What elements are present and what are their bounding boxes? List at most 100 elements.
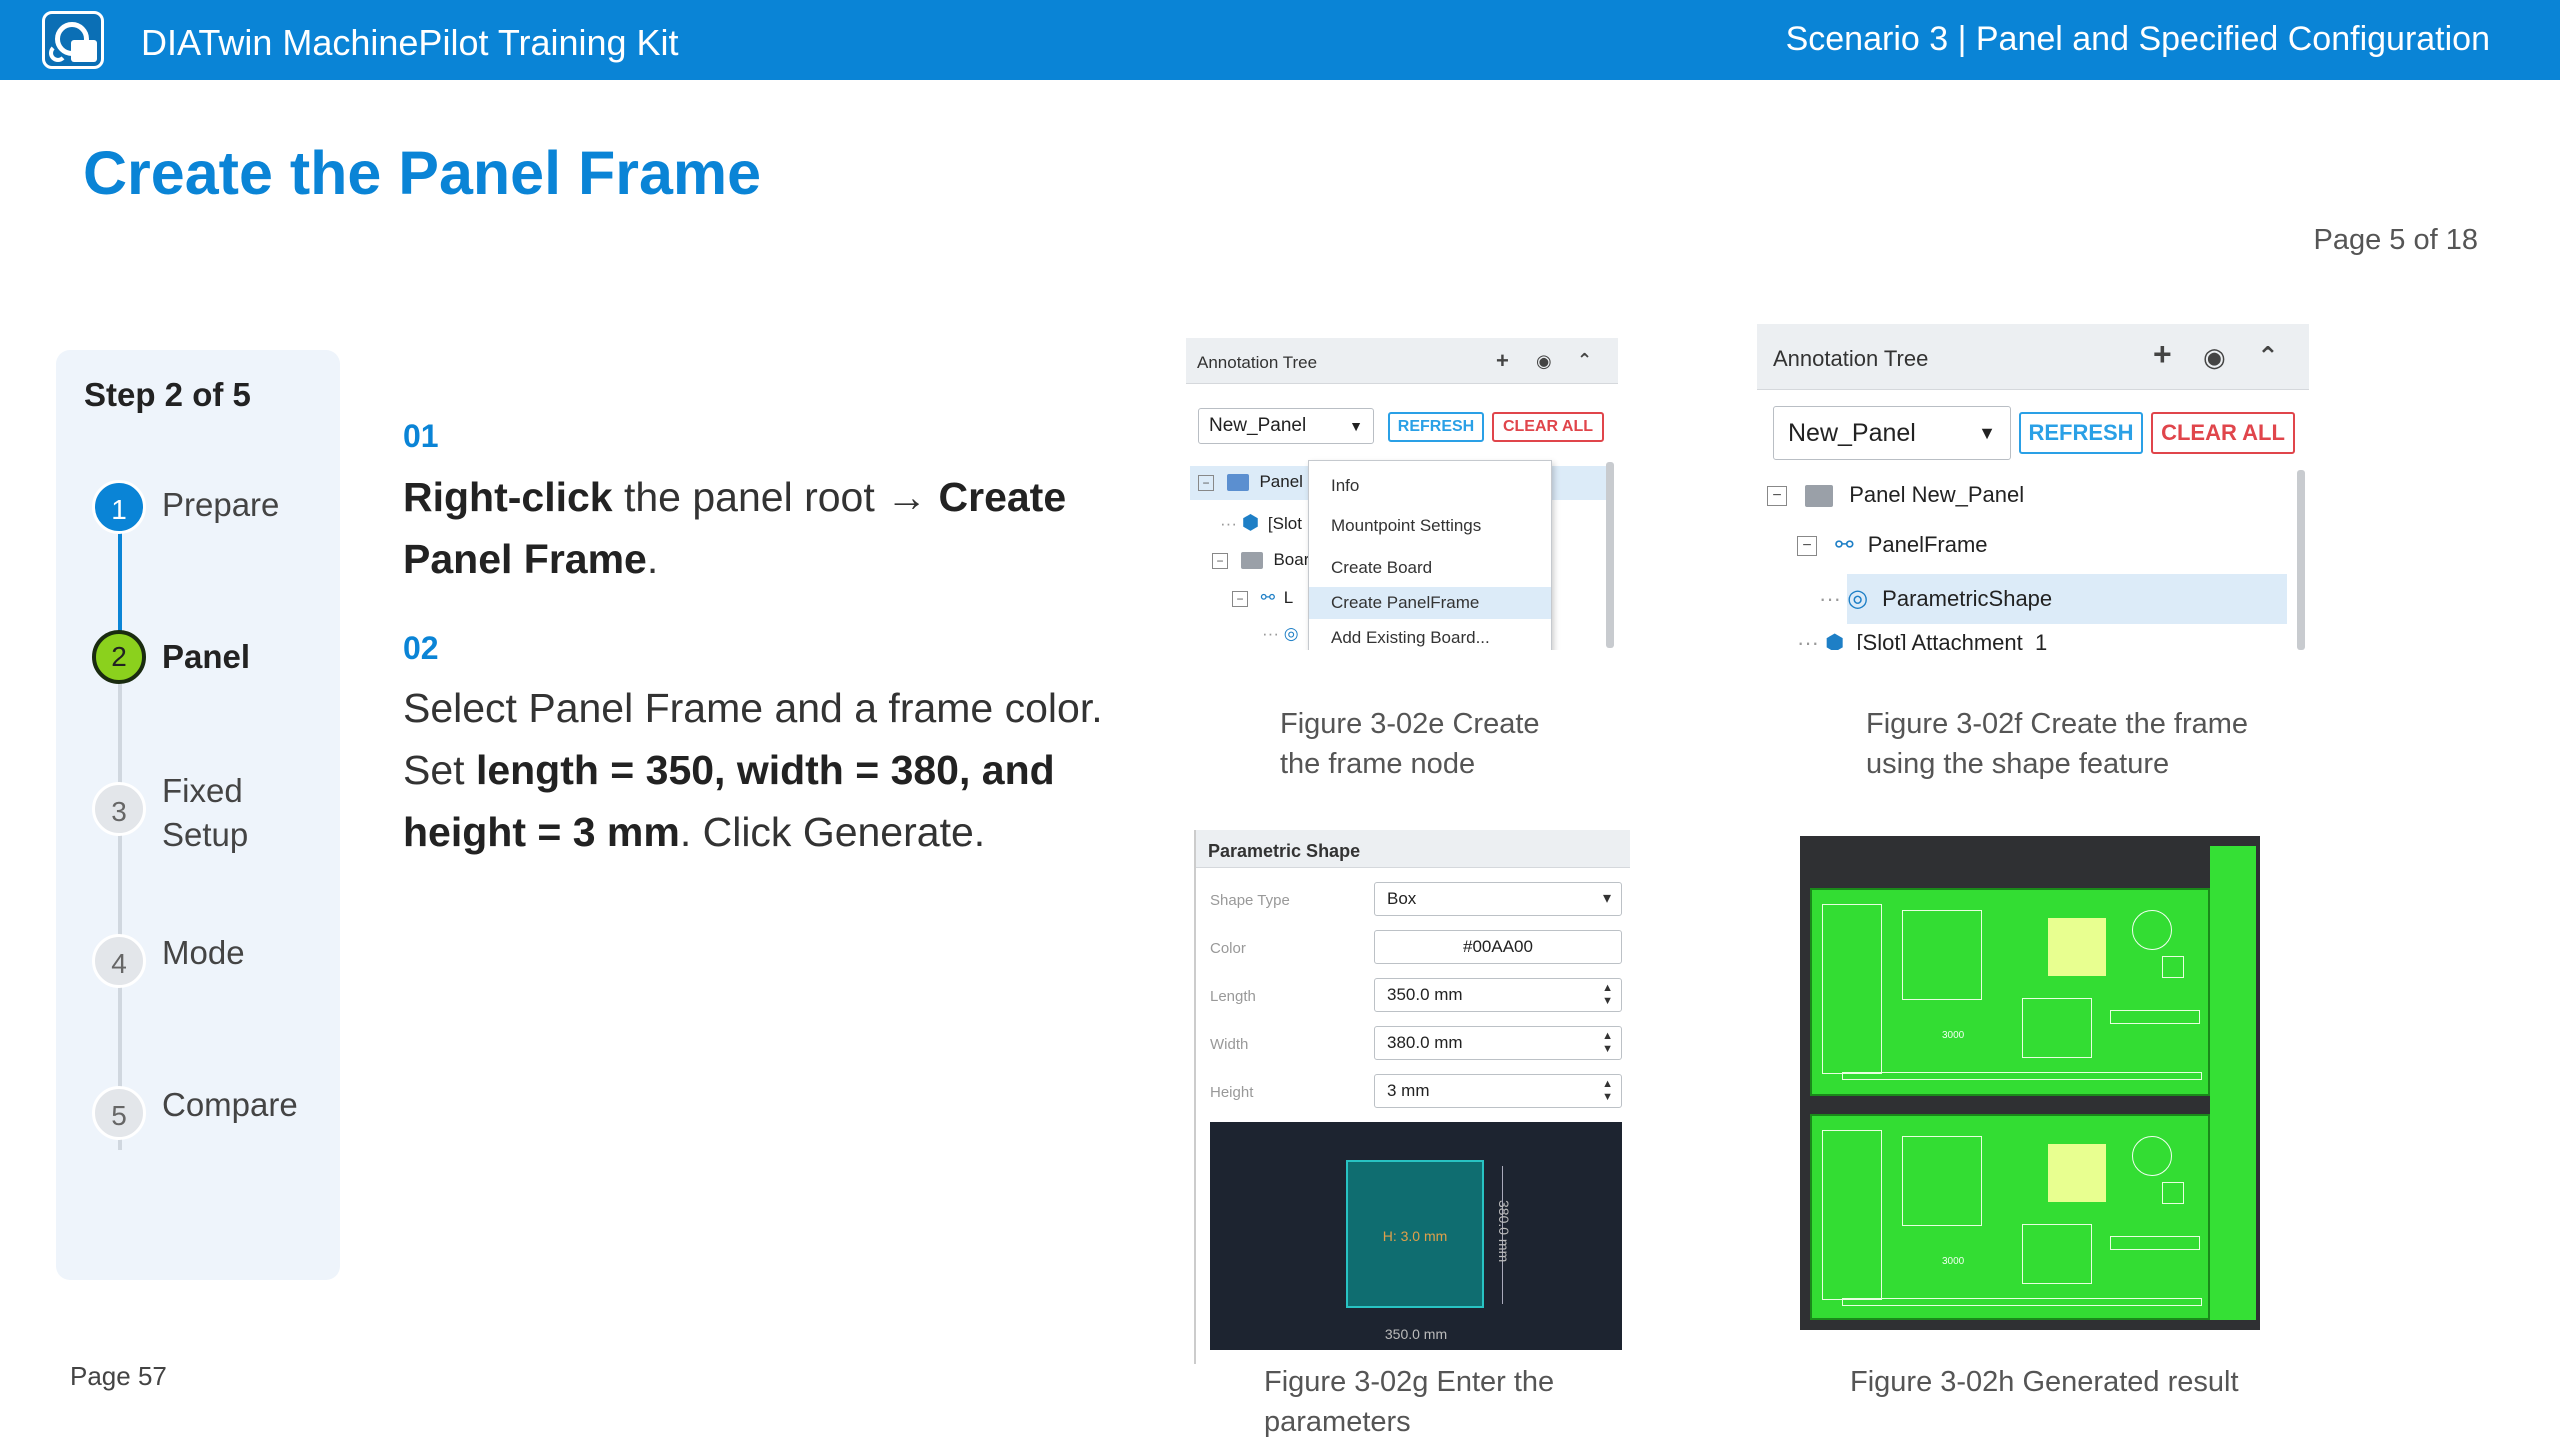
chevron-up-icon[interactable]: ⌃	[1577, 350, 1592, 371]
collapse-icon[interactable]: −	[1797, 536, 1817, 557]
height-input[interactable]: 3 mm ▲ ▼	[1374, 1074, 1622, 1108]
tree-label: ParametricShape	[1882, 586, 2053, 611]
footer-page-number: Page 57	[70, 1361, 167, 1391]
tree-row-board[interactable]: − Boar	[1212, 550, 1309, 570]
step-label: Compare	[162, 1086, 298, 1123]
target-icon: ◎	[1847, 585, 1869, 612]
tree-label: Boar	[1273, 550, 1310, 569]
menu-item-mountpoint[interactable]: Mountpoint Settings	[1309, 511, 1551, 541]
folder-icon	[1240, 552, 1263, 570]
stepper-title: Step 2 of 5	[84, 376, 251, 413]
select-value: New_Panel	[1209, 415, 1307, 436]
step-label-line1: Fixed	[162, 772, 243, 809]
collapse-icon[interactable]: −	[1198, 474, 1214, 491]
figure-annotation-tree-menu: Annotation Tree + ◉ ⌃ New_Panel ▼ REFRES…	[1186, 338, 1618, 650]
refresh-button[interactable]: REFRESH	[1388, 412, 1484, 442]
folder-icon	[1805, 485, 1834, 508]
field-value: 3 mm	[1387, 1081, 1430, 1100]
panel-header: Parametric Shape	[1196, 830, 1630, 868]
pcb-board: 3000	[1810, 888, 2210, 1096]
refresh-button[interactable]: REFRESH	[2019, 412, 2143, 454]
caption-line: the frame node	[1280, 748, 1476, 780]
stepper-icon[interactable]: ▲ ▼	[1602, 1030, 1613, 1056]
field-value: Box	[1387, 889, 1417, 908]
field-value: 350.0 mm	[1387, 985, 1463, 1004]
field-label: Color	[1210, 940, 1246, 957]
scenario-label: Scenario 3 | Panel and Specified Configu…	[1785, 20, 2490, 58]
panel-select[interactable]: New_Panel ▼	[1198, 408, 1374, 444]
frame-edge	[2210, 846, 2256, 1320]
tree-label: Panel New_Panel	[1849, 482, 2025, 507]
field-label: Height	[1210, 1084, 1254, 1101]
clear-all-button[interactable]: CLEAR ALL	[1492, 412, 1604, 442]
shape-type-select[interactable]: Box ▾	[1374, 882, 1622, 916]
width-input[interactable]: 380.0 mm ▲ ▼	[1374, 1026, 1622, 1060]
tree-row-panel[interactable]: − Panel New_Panel	[1767, 482, 2024, 508]
menu-item-info[interactable]: Info	[1309, 471, 1551, 501]
preview-height-label: H: 3.0 mm	[1382, 1228, 1448, 1244]
field-label: Width	[1210, 1036, 1249, 1053]
link-icon: ⚯	[1835, 532, 1854, 557]
collapse-icon[interactable]: −	[1212, 552, 1228, 569]
scrollbar[interactable]	[1606, 462, 1614, 648]
scrollbar[interactable]	[2297, 470, 2305, 650]
instruction-span: . Click Generate.	[679, 809, 986, 855]
link-icon: ⚯	[1260, 588, 1275, 607]
chevron-down-icon: ▾	[1602, 890, 1611, 907]
menu-item-create-panelframe[interactable]: Create PanelFrame	[1309, 587, 1551, 619]
menu-item-create-board[interactable]: Create Board	[1309, 553, 1551, 583]
step-number: 1	[92, 480, 146, 534]
stepper-icon[interactable]: ▲ ▼	[1602, 1078, 1613, 1104]
instruction-span: the panel root →	[612, 474, 939, 520]
page-title: Create the Panel Frame	[83, 139, 762, 207]
tree-label: Panel	[1259, 472, 1303, 491]
collapse-icon[interactable]: −	[1232, 590, 1248, 607]
tree-label: [Slot] Attachment_1	[1856, 630, 2048, 650]
context-menu: Info Mountpoint Settings Create Board Cr…	[1308, 460, 1552, 650]
tree-label: [Slot	[1267, 514, 1302, 533]
stepper-icon[interactable]: ▲ ▼	[1602, 982, 1613, 1008]
field-label: Shape Type	[1210, 892, 1290, 909]
chevron-down-icon: ▼	[1349, 418, 1363, 434]
tree-row-panelframe[interactable]: − ⚯ PanelFrame	[1797, 532, 1988, 558]
tree-row-l[interactable]: − ⚯ L	[1232, 588, 1293, 608]
figure-parametric-shape: Parametric Shape Shape Type Box ▾ Color …	[1194, 830, 1630, 1364]
panel-select[interactable]: New_Panel ▼	[1773, 406, 2011, 460]
collapse-icon[interactable]: −	[1767, 486, 1787, 507]
chevron-up-icon[interactable]: ⌃	[2257, 341, 2279, 372]
preview-width-label: 380.0 mm	[1496, 1200, 1512, 1263]
caption-line: using the shape feature	[1866, 748, 2170, 780]
app-title: DIATwin MachinePilot Training Kit	[141, 22, 679, 63]
caption-line: Figure 3-02e Create	[1280, 708, 1540, 740]
length-input[interactable]: 350.0 mm ▲ ▼	[1374, 978, 1622, 1012]
tree-row-panel[interactable]: − Panel	[1198, 472, 1303, 492]
select-value: New_Panel	[1788, 419, 1916, 447]
panel-header: Annotation Tree + ◉ ⌃	[1186, 338, 1618, 384]
eye-icon[interactable]: ◉	[2203, 342, 2226, 373]
eye-icon[interactable]: ◉	[1536, 351, 1552, 372]
tree-row-parametricshape[interactable]: ··· ◎ ParametricShape	[1819, 584, 2052, 613]
chip	[2048, 1144, 2106, 1202]
chevron-down-icon: ▼	[1978, 423, 1996, 443]
figure-caption: Figure 3-02e Create the frame node	[1280, 704, 1540, 784]
menu-item-add-existing-board[interactable]: Add Existing Board...	[1309, 623, 1551, 650]
tree-label: PanelFrame	[1867, 532, 1988, 557]
clear-all-button[interactable]: CLEAR ALL	[2151, 412, 2295, 454]
plus-icon[interactable]: +	[2153, 336, 2172, 373]
instruction-bold: Right-click	[403, 474, 613, 520]
tree-row-slot[interactable]: ··· ⬢ [Slot	[1220, 510, 1302, 535]
color-input[interactable]: #00AA00	[1374, 930, 1622, 964]
top-bar: DIATwin MachinePilot Training Kit Scenar…	[0, 0, 2560, 80]
caption-line: Figure 3-02g Enter the	[1264, 1366, 1555, 1398]
step-progress-panel: Step 2 of 5 1 Prepare 2 Panel 3 Fixed Se…	[56, 350, 340, 1280]
tree-row-shape[interactable]: ··· ◎	[1262, 624, 1299, 644]
pcb-board: 3000	[1810, 1114, 2210, 1320]
panel-title: Parametric Shape	[1208, 841, 1361, 861]
preview-box: H: 3.0 mm	[1346, 1160, 1484, 1308]
figure-caption: Figure 3-02f Create the frame using the …	[1866, 704, 2248, 784]
tree-row-attachment[interactable]: ··· ⬢ [Slot] Attachment_1	[1797, 630, 2047, 650]
step-number: 2	[92, 630, 146, 684]
chip	[2048, 918, 2106, 976]
figure-annotation-tree-shape: Annotation Tree + ◉ ⌃ New_Panel ▼ REFRES…	[1757, 324, 2309, 650]
plus-icon[interactable]: +	[1496, 348, 1509, 374]
